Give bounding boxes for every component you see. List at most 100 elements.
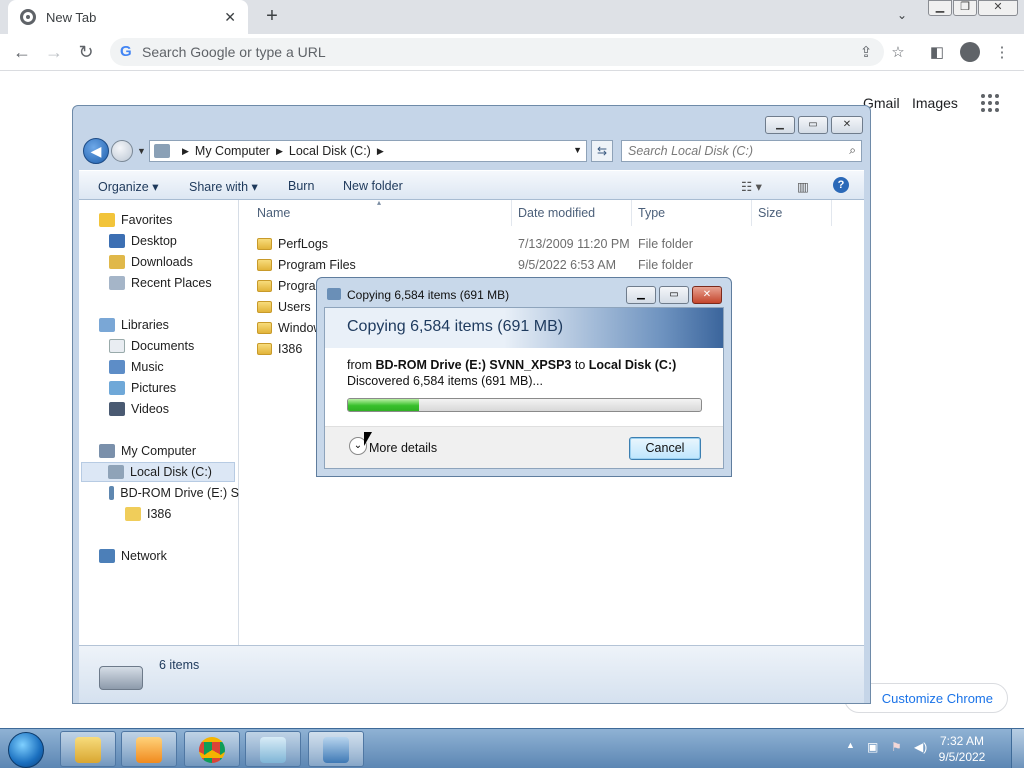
nav-bd-rom-drive[interactable]: BD-ROM Drive (E:) S [109,483,239,503]
explorer-minimize-button[interactable]: ▁ [765,116,795,134]
bookmark-star-icon[interactable]: ☆ [889,43,907,61]
file-row[interactable]: PerfLogs 7/13/2009 11:20 PM File folder [257,233,707,254]
explorer-search-input[interactable]: Search Local Disk (C:) ⌕ [621,140,862,162]
command-bar: Organize ▾ Share with ▾ Burn New folder … [79,170,864,200]
nav-videos[interactable]: Videos [109,399,169,419]
nav-pictures[interactable]: Pictures [109,378,176,398]
file-row[interactable]: Users [257,296,311,317]
nav-favorites[interactable]: Favorites [99,210,172,230]
file-row[interactable]: Program Files 9/5/2022 6:53 AM File fold… [257,254,707,275]
media-player-icon [136,737,162,763]
breadcrumb-arrow-icon[interactable]: ▶ [377,146,384,157]
forward-icon[interactable]: → [44,42,64,63]
file-row[interactable]: I386 [257,338,302,359]
explorer-close-button[interactable]: ✕ [831,116,863,134]
view-options-icon[interactable]: ☷ ▾ [741,179,762,194]
column-divider[interactable] [831,200,832,226]
address-dropdown-icon[interactable]: ▼ [573,145,582,155]
clock-time: 7:32 AM [939,734,985,748]
nav-recent-places[interactable]: Recent Places [109,273,212,293]
file-name: PerfLogs [278,236,329,251]
dialog-close-button[interactable]: ✕ [692,286,722,304]
search-placeholder: Search Local Disk (C:) [628,144,754,158]
reload-icon[interactable]: ↻ [76,42,96,63]
show-hidden-icons[interactable]: ▲ [846,740,855,750]
start-button[interactable] [8,732,44,768]
dialog-body: Copying 6,584 items (691 MB) from BD-ROM… [324,307,724,469]
restore-button[interactable]: ❐ [953,0,977,16]
nav-downloads[interactable]: Downloads [109,252,193,272]
new-tab-button[interactable]: + [262,5,282,27]
refresh-icon[interactable]: ⇆ [591,140,613,162]
explorer-forward-button[interactable] [111,140,133,162]
column-divider[interactable] [511,200,512,226]
taskbar-clock[interactable]: 7:32 AM 9/5/2022 [930,733,994,765]
local-disk-icon [108,465,124,479]
dialog-footer: ⌄ More details Cancel [325,426,723,468]
burn-button[interactable]: Burn [288,179,314,193]
cancel-button[interactable]: Cancel [629,437,701,460]
column-divider[interactable] [751,200,752,226]
share-with-menu[interactable]: Share with ▾ [189,179,258,194]
file-row[interactable]: Window [257,317,322,338]
dialog-minimize-button[interactable]: ▁ [626,286,656,304]
taskbar-chrome[interactable] [184,731,240,767]
breadcrumb-arrow-icon[interactable]: ▶ [182,146,189,157]
address-bar[interactable]: ▶ My Computer ▶ Local Disk (C:) ▶ ▼ [149,140,587,162]
help-icon[interactable]: ? [833,177,849,193]
nav-my-computer[interactable]: My Computer [99,441,196,461]
menu-kebab-icon[interactable]: ⋮ [993,43,1011,61]
omnibox-placeholder: Search Google or type a URL [142,44,326,60]
organize-menu[interactable]: Organize ▾ [98,179,158,194]
column-date-modified[interactable]: Date modified [518,206,595,220]
explorer-maximize-button[interactable]: ▭ [798,116,828,134]
minimize-button[interactable]: ▁ [928,0,952,16]
action-center-icon[interactable]: ⚑ [891,740,902,754]
show-desktop-button[interactable] [1011,729,1024,768]
column-type[interactable]: Type [638,206,665,220]
file-date: 9/5/2022 6:53 AM [518,257,616,272]
downloads-icon [109,255,125,269]
more-details-button[interactable]: More details [369,441,437,455]
column-divider[interactable] [631,200,632,226]
images-link[interactable]: Images [912,95,958,111]
desktop-icon [109,234,125,248]
breadcrumb-local-disk[interactable]: Local Disk (C:) [289,144,371,158]
column-size[interactable]: Size [758,206,782,220]
taskbar-copy-active[interactable] [308,731,364,767]
nav-documents[interactable]: Documents [109,336,194,356]
volume-icon[interactable]: ◀) [914,740,927,754]
tab-search-icon[interactable]: ⌄ [897,8,907,22]
item-count: 6 items [159,658,200,672]
breadcrumb-arrow-icon[interactable]: ▶ [276,146,283,157]
taskbar-app[interactable] [245,731,301,767]
network-tray-icon[interactable]: ▣ [867,740,878,754]
explorer-back-button[interactable]: ◀ [83,138,109,164]
dialog-maximize-button[interactable]: ▭ [659,286,689,304]
taskbar-explorer[interactable] [60,731,116,767]
back-icon[interactable]: ← [12,42,32,63]
recent-pages-icon[interactable]: ▼ [137,146,146,156]
preview-pane-icon[interactable]: ▥ [797,179,809,194]
explorer-icon [75,737,101,763]
column-name[interactable]: Name [257,206,290,220]
google-apps-icon[interactable] [981,94,999,112]
tab-new-tab[interactable]: New Tab ✕ [8,0,248,34]
profile-avatar[interactable] [960,42,980,62]
share-icon[interactable]: ⇪ [857,43,875,61]
nav-local-disk[interactable]: Local Disk (C:) [81,462,235,482]
close-tab-icon[interactable]: ✕ [224,9,236,26]
search-icon[interactable]: ⌕ [849,143,856,158]
taskbar-media-player[interactable] [121,731,177,767]
side-panel-icon[interactable]: ◧ [928,43,946,61]
new-folder-button[interactable]: New folder [343,179,403,193]
omnibox[interactable]: G Search Google or type a URL [110,38,884,66]
nav-desktop[interactable]: Desktop [109,231,177,251]
close-window-button[interactable]: ✕ [978,0,1018,16]
nav-libraries[interactable]: Libraries [99,315,169,335]
mouse-cursor-icon [364,432,372,446]
nav-i386[interactable]: I386 [125,504,171,524]
nav-music[interactable]: Music [109,357,164,377]
nav-network[interactable]: Network [99,546,167,566]
breadcrumb-my-computer[interactable]: My Computer [195,144,270,158]
